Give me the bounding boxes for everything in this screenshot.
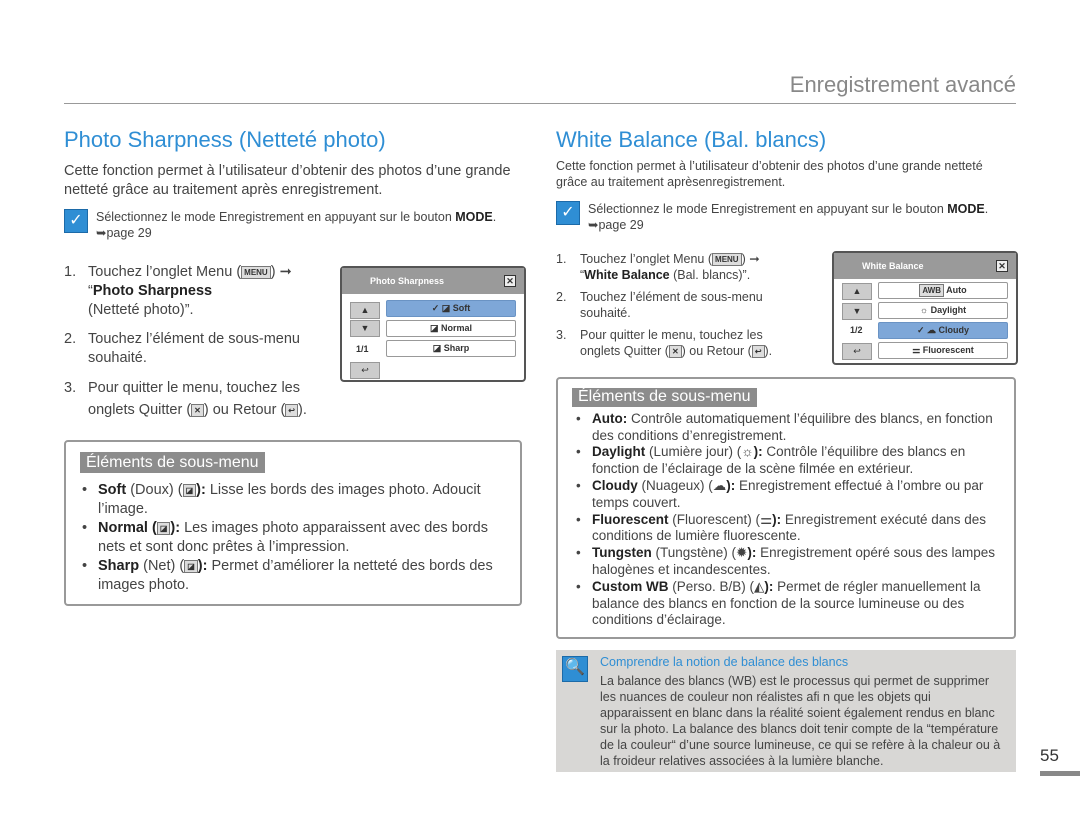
item-label: Auto	[946, 285, 967, 295]
menu-item-sharp[interactable]: ◪ Sharp	[386, 340, 516, 357]
menu-icon: MENU	[712, 253, 742, 267]
submenu-item: Tungsten (Tungstène) (✹): Enregistrement…	[574, 545, 998, 579]
step-bold: Photo Sharpness	[92, 283, 213, 299]
submenu-item: Sharp (Net) (◪): Permet d’améliorer la n…	[80, 557, 508, 595]
note-bold: MODE	[947, 202, 985, 216]
sharpness-icon: ◪	[184, 559, 198, 573]
step-2: 2. Touchez l’élément de sous-menu souhait…	[556, 290, 763, 320]
item-label: Normal	[441, 323, 473, 333]
submenu-item: Custom WB (Perso. B/B) (◭): Permet de ré…	[574, 579, 998, 629]
sharpness-icon: ◪	[182, 483, 197, 497]
awb-icon: AWB	[919, 284, 944, 298]
page-ref-link[interactable]: ➥page 29	[96, 226, 152, 240]
tip-text: La balance des blancs (WB) est le proces…	[600, 674, 1001, 768]
steps-list: 1. Touchez l’onglet Menu (MENU) ➞ “Photo S…	[64, 263, 324, 368]
header-divider	[64, 103, 1016, 104]
up-button[interactable]: ▲	[842, 283, 872, 300]
close-icon: ✕	[668, 345, 682, 359]
note-text: Sélectionnez le mode Enregistrement en a…	[96, 210, 456, 224]
step-number: 3.	[64, 380, 77, 396]
note-text: Sélectionnez le mode Enregistrement en a…	[588, 202, 948, 216]
step-number: 1.	[64, 264, 77, 280]
photo-sharpness-screen: Photo Sharpness ✕ ▲ ▼ 1/1 ↩ ✓ ◪ Soft ◪ No…	[340, 266, 526, 382]
step-text: ) ➞	[270, 264, 292, 280]
manual-page: Enregistrement avancé Photo Sharpness (N…	[0, 0, 1080, 827]
step-1: 1. Touchez l’onglet Menu (MENU) ➞ “Photo S…	[64, 263, 324, 320]
submenu-item: Cloudy (Nuageux) (☁): Enregistrement eff…	[574, 478, 998, 512]
item-label: Fluorescent	[922, 345, 974, 355]
menu-item-cloudy[interactable]: ✓ ☁ Cloudy	[878, 322, 1008, 339]
submenu-item: Daylight (Lumière jour) (☼): Contrôle l’…	[574, 444, 998, 478]
white-balance-intro: Cette fonction permet à l’utilisateur d’…	[556, 159, 983, 189]
submenu-heading: Éléments de sous-menu	[572, 388, 757, 407]
down-button[interactable]: ▼	[350, 320, 380, 337]
white-balance-title: White Balance (Bal. blancs)	[556, 127, 827, 152]
close-icon: ✕	[191, 403, 204, 417]
step-text: Touchez l’onglet Menu (	[88, 264, 242, 280]
screen-title: Photo Sharpness	[370, 276, 445, 286]
steps-list: 1. Touchez l’onglet Menu (MENU) ➞ “White B…	[556, 251, 806, 359]
step-text: Touchez l’élément de sous-menu souhaité.	[88, 331, 300, 366]
menu-item-fluorescent[interactable]: ⚌ Fluorescent	[878, 342, 1008, 359]
custom-wb-icon: ◭	[754, 578, 765, 594]
step-text: ) ou Retour (	[203, 402, 286, 418]
mode-note: ✓ Sélectionnez le mode Enregistrement en…	[556, 201, 1016, 233]
up-button[interactable]: ▲	[350, 302, 380, 319]
page-tab-bar	[1040, 771, 1080, 776]
photo-sharpness-intro: Cette fonction permet à l’utilisateur d’…	[64, 163, 511, 198]
back-button[interactable]: ↩	[350, 362, 380, 379]
fluorescent-icon: ⚌	[760, 511, 773, 527]
item-label: Sharp	[443, 343, 470, 353]
menu-item-soft[interactable]: ✓ ◪ Soft	[386, 300, 516, 317]
cloudy-icon: ☁	[712, 477, 727, 493]
section-header: Enregistrement avancé	[789, 72, 1016, 97]
tungsten-icon: ✹	[736, 545, 748, 561]
step-number: 2.	[64, 331, 77, 347]
right-submenu-box: Éléments de sous-menu Auto: Contrôle aut…	[556, 377, 1016, 639]
screen-header: Photo Sharpness ✕	[342, 268, 524, 294]
magnifier-icon: 🔍	[562, 656, 588, 682]
back-icon: ↩	[751, 345, 765, 359]
mode-note: ✓ Sélectionnez le mode Enregistrement en…	[64, 209, 524, 241]
back-button[interactable]: ↩	[842, 343, 872, 360]
step-text: (Netteté photo)”.	[88, 302, 194, 318]
submenu-item: Auto: Contrôle automatiquement l’équilib…	[574, 411, 998, 445]
down-button[interactable]: ▼	[842, 303, 872, 320]
white-balance-screen: White Balance ✕ ▲ ▼ 1/2 ↩ AWB Auto ☼ Dayl…	[832, 251, 1018, 365]
screen-header: White Balance ✕	[834, 253, 1016, 279]
menu-item-daylight[interactable]: ☼ Daylight	[878, 302, 1008, 319]
item-label: Daylight	[930, 305, 967, 315]
item-label: Soft	[452, 303, 471, 313]
submenu-item: Fluorescent (Fluorescent) (⚌): Enregistr…	[574, 512, 998, 546]
left-submenu-box: Éléments de sous-menu Soft (Doux) (◪): L…	[64, 440, 522, 606]
page-indicator: 1/1	[356, 344, 369, 354]
check-icon: ✓	[556, 201, 580, 225]
photo-sharpness-title: Photo Sharpness (Netteté photo)	[64, 127, 386, 152]
submenu-item: Normal (◪): Les images photo apparaissen…	[80, 519, 508, 557]
page-indicator: 1/2	[850, 325, 863, 335]
step-3: 3. Pour quitter le menu, touchez les ongl…	[556, 328, 773, 359]
submenu-item: Soft (Doux) (◪): Lisse les bords des ima…	[80, 481, 508, 519]
page-number: 55	[1040, 746, 1059, 765]
step-1: 1. Touchez l’onglet Menu (MENU) ➞ “White B…	[556, 252, 760, 282]
submenu-heading: Éléments de sous-menu	[80, 452, 265, 473]
step-3: 3. Pour quitter le menu, touchez les ong…	[64, 377, 364, 421]
tip-box: 🔍 Comprendre la notion de balance des bl…	[556, 650, 1016, 772]
tip-title: Comprendre la notion de balance des blan…	[600, 655, 849, 669]
sharpness-icon: ◪	[156, 521, 171, 535]
step-2: 2. Touchez l’élément de sous-menu souhait…	[64, 330, 324, 368]
item-label: Cloudy	[938, 325, 970, 335]
note-bold: MODE	[455, 210, 493, 224]
back-icon: ↩	[285, 403, 298, 417]
check-icon: ✓	[64, 209, 88, 233]
screen-title: White Balance	[862, 261, 924, 271]
daylight-icon: ☼	[741, 444, 754, 460]
step-text: ).	[297, 402, 307, 418]
menu-item-auto[interactable]: AWB Auto	[878, 282, 1008, 299]
menu-item-normal[interactable]: ◪ Normal	[386, 320, 516, 337]
page-ref-link[interactable]: ➥page 29	[588, 218, 644, 232]
close-icon[interactable]: ✕	[996, 260, 1008, 272]
close-icon[interactable]: ✕	[504, 275, 516, 287]
menu-icon: MENU	[241, 265, 271, 279]
